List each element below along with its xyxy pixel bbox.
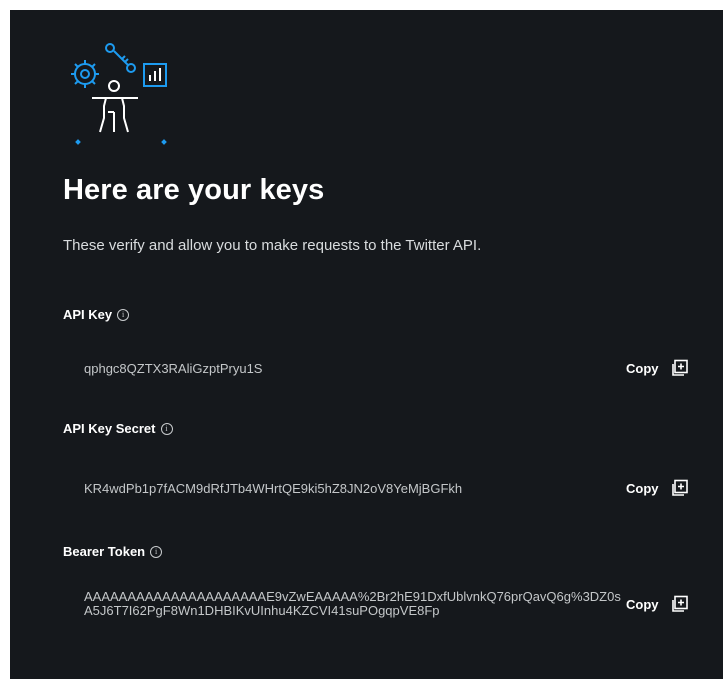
copy-api-key-button[interactable]: Copy: [626, 359, 689, 377]
bearer-token-label-text: Bearer Token: [63, 544, 146, 559]
page-title: Here are your keys: [63, 174, 325, 206]
bearer-token-value: AAAAAAAAAAAAAAAAAAAAAE9vZwEAAAAA%2Br2hE9…: [84, 589, 621, 618]
copy-bearer-token-button[interactable]: Copy: [626, 595, 689, 613]
copy-icon: [671, 359, 688, 376]
api-key-label-text: API Key: [63, 307, 113, 322]
info-icon[interactable]: i: [160, 422, 173, 435]
developer-keys-illustration-icon: [71, 43, 167, 145]
copy-label: Copy: [626, 480, 659, 496]
api-key-secret-label-text: API Key Secret: [63, 421, 156, 436]
api-key-secret-label: API Key Secret i: [63, 421, 173, 436]
api-key-label: API Key i: [63, 307, 130, 322]
copy-label: Copy: [626, 360, 659, 376]
api-key-value: qphgc8QZTX3RAliGzptPryu1S: [84, 361, 263, 376]
page-subtitle: These verify and allow you to make reque…: [63, 237, 482, 254]
copy-api-key-secret-button[interactable]: Copy: [626, 479, 689, 497]
bearer-token-label: Bearer Token i: [63, 544, 163, 559]
copy-icon: [671, 479, 688, 496]
info-icon[interactable]: i: [117, 308, 130, 321]
copy-icon: [671, 595, 688, 612]
keys-panel: Here are your keys These verify and allo…: [10, 10, 723, 679]
copy-label: Copy: [626, 596, 659, 612]
info-icon[interactable]: i: [150, 545, 163, 558]
api-key-secret-value: KR4wdPb1p7fACM9dRfJTb4WHrtQE9ki5hZ8JN2oV…: [84, 481, 463, 496]
